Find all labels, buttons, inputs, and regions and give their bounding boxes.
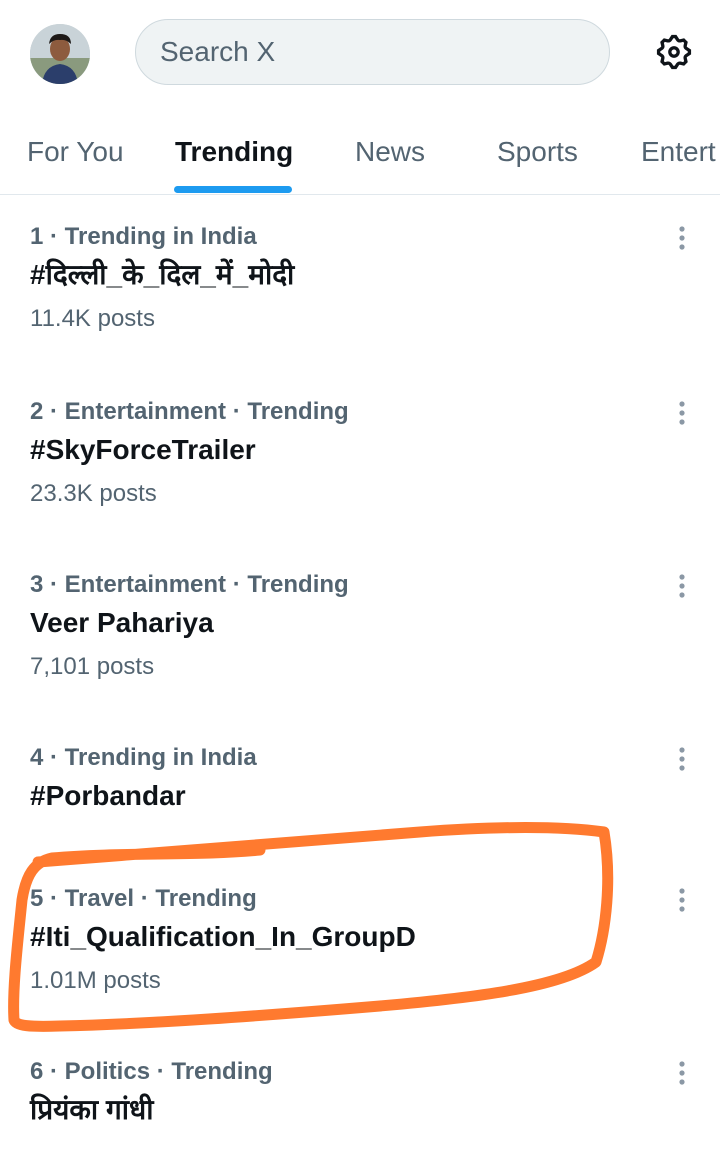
more-vertical-icon: [679, 888, 685, 912]
more-options-button[interactable]: [668, 569, 696, 603]
more-options-button[interactable]: [668, 221, 696, 255]
more-options-button[interactable]: [668, 396, 696, 430]
more-options-button[interactable]: [668, 742, 696, 776]
active-tab-indicator: [174, 186, 292, 193]
tab-news[interactable]: News: [355, 108, 425, 194]
gear-icon: [656, 34, 692, 70]
more-options-button[interactable]: [668, 883, 696, 917]
trend-topic[interactable]: Veer Pahariya: [30, 603, 214, 643]
tab-trending[interactable]: Trending: [175, 108, 293, 194]
trend-topic[interactable]: #Iti_Qualification_In_GroupD: [30, 917, 416, 957]
trend-post-count: 23.3K posts: [30, 480, 157, 507]
trend-context: 1 · Trending in India: [30, 223, 257, 250]
trend-item[interactable]: 1 · Trending in India #दिल्ली_के_दिल_में…: [0, 221, 720, 393]
top-bar: [0, 0, 720, 108]
explore-tabs: For You Trending News Sports Entert: [0, 108, 720, 195]
trend-context: 2 · Entertainment · Trending: [30, 398, 349, 425]
trend-post-count: 7,101 posts: [30, 653, 155, 680]
more-vertical-icon: [679, 401, 685, 425]
trend-topic[interactable]: #SkyForceTrailer: [30, 430, 256, 470]
tab-for-you[interactable]: For You: [27, 108, 124, 194]
more-vertical-icon: [679, 574, 685, 598]
trend-topic[interactable]: प्रियंका गांधी: [30, 1090, 153, 1130]
trend-post-count: 11.4K posts: [30, 305, 155, 332]
profile-avatar[interactable]: [30, 24, 90, 84]
trend-item[interactable]: 6 · Politics · Trending प्रियंका गांधी: [0, 1056, 720, 1149]
more-vertical-icon: [679, 747, 685, 771]
tab-sports[interactable]: Sports: [497, 108, 578, 194]
explore-page: For You Trending News Sports Entert 1 · …: [0, 0, 720, 1149]
trend-topic[interactable]: #Porbandar: [30, 776, 186, 816]
more-options-button[interactable]: [668, 1056, 696, 1090]
trend-item[interactable]: 2 · Entertainment · Trending #SkyForceTr…: [0, 396, 720, 568]
trend-item[interactable]: 3 · Entertainment · Trending Veer Pahari…: [0, 569, 720, 741]
trend-context: 3 · Entertainment · Trending: [30, 571, 349, 598]
trend-context: 5 · Travel · Trending: [30, 885, 257, 912]
search-input[interactable]: [158, 20, 588, 84]
trend-context: 6 · Politics · Trending: [30, 1058, 273, 1085]
settings-button[interactable]: [652, 30, 696, 74]
more-vertical-icon: [679, 226, 685, 250]
trend-context: 4 · Trending in India: [30, 744, 257, 771]
trend-post-count: 1.01M posts: [30, 967, 161, 994]
more-vertical-icon: [679, 1061, 685, 1085]
search-bar[interactable]: [135, 19, 610, 85]
trend-item[interactable]: 5 · Travel · Trending #Iti_Qualification…: [0, 883, 720, 1055]
avatar-icon: [30, 24, 90, 84]
tab-entertainment[interactable]: Entert: [641, 108, 716, 194]
trend-topic[interactable]: #दिल्ली_के_दिल_में_मोदी: [30, 255, 294, 295]
